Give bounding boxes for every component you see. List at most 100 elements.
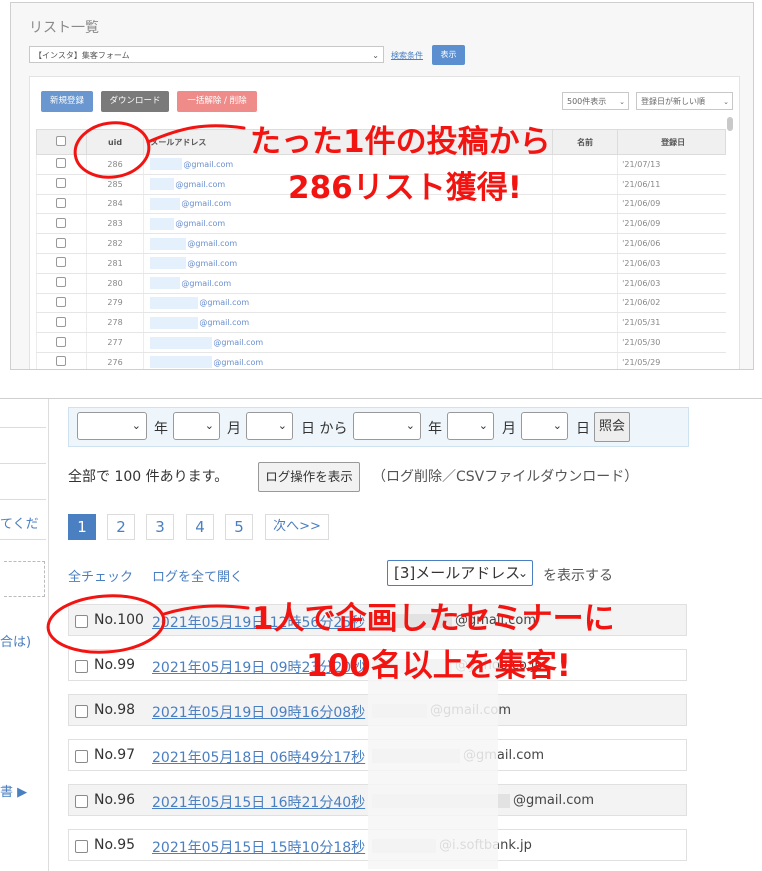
row-checkbox[interactable] xyxy=(56,178,67,189)
row-checkbox[interactable] xyxy=(75,840,88,853)
row-checkbox[interactable] xyxy=(75,660,88,673)
table-row[interactable]: 283 @gmail.com '21/06/09 xyxy=(36,213,726,235)
table-row[interactable]: 276 @gmail.com '21/05/29 xyxy=(36,352,726,369)
row-checkbox-cell[interactable] xyxy=(36,273,87,294)
table-row[interactable]: 278 @gmail.com '21/05/31 xyxy=(36,312,726,334)
row-checkbox-cell[interactable] xyxy=(36,174,87,195)
row-checkbox-cell[interactable] xyxy=(36,312,87,334)
query-button[interactable]: 照会 xyxy=(594,412,630,442)
column-header-date[interactable]: 登録日 xyxy=(617,129,726,155)
pagination-page-4[interactable]: 4 xyxy=(186,514,214,540)
email-domain[interactable]: @gmail.com xyxy=(187,239,237,248)
row-checkbox-cell[interactable] xyxy=(36,154,87,175)
row-checkbox[interactable] xyxy=(56,356,67,367)
bulk-cancel-delete-button[interactable]: 一括解除 / 削除 xyxy=(177,91,257,112)
email-cell[interactable]: @gmail.com xyxy=(143,233,553,254)
sidebar-text-fragment[interactable]: 書 ▶ xyxy=(0,781,27,800)
table-row[interactable]: 279 @gmail.com '21/06/02 xyxy=(36,293,726,314)
email-domain[interactable]: @gmail.com xyxy=(213,338,263,347)
row-checkbox[interactable] xyxy=(75,750,88,763)
row-checkbox-cell[interactable] xyxy=(36,352,87,369)
row-checkbox[interactable] xyxy=(75,615,88,628)
email-domain[interactable]: @gmail.com xyxy=(181,199,231,208)
row-checkbox[interactable] xyxy=(56,277,67,288)
entry-datetime-link[interactable]: 2021年05月15日 16時21分40秒 xyxy=(152,792,365,812)
entry-datetime-link[interactable]: 2021年05月15日 15時10分18秒 xyxy=(152,837,365,857)
email-domain[interactable]: @gmail.com xyxy=(175,219,225,228)
sort-select[interactable]: 登録日が新しい順 ⌄ xyxy=(636,92,733,110)
uid-cell: 281 xyxy=(85,253,144,274)
per-page-value: 500件表示 xyxy=(567,97,607,106)
email-domain[interactable]: @gmail.com xyxy=(181,279,231,288)
row-checkbox-cell[interactable] xyxy=(36,253,87,274)
table-row[interactable]: 277 @gmail.com '21/05/30 xyxy=(36,332,726,353)
year-label: 年 xyxy=(428,421,442,437)
sidebar-text-fragment[interactable]: 合は) xyxy=(0,631,31,650)
search-conditions-link[interactable]: 検索条件 xyxy=(391,50,423,61)
email-cell[interactable]: @gmail.com xyxy=(143,253,553,274)
email-domain[interactable]: @gmail.com xyxy=(199,298,249,307)
email-domain[interactable]: @gmail.com xyxy=(213,358,263,367)
table-row[interactable]: 280 @gmail.com '21/06/03 xyxy=(36,273,726,294)
pagination-page-3[interactable]: 3 xyxy=(146,514,174,540)
row-checkbox-cell[interactable] xyxy=(36,213,87,235)
select-all-checkbox[interactable] xyxy=(36,129,87,155)
show-log-operations-button[interactable]: ログ操作を表示 xyxy=(258,462,360,492)
email-cell[interactable]: @gmail.com xyxy=(143,213,553,235)
date-cell: '21/06/03 xyxy=(617,253,726,274)
email-domain[interactable]: @gmail.com xyxy=(183,160,233,169)
to-year-select[interactable]: ⌄ xyxy=(353,412,421,440)
blurred-text xyxy=(150,178,175,191)
pagination-next[interactable]: 次へ>> xyxy=(265,514,329,540)
form-select[interactable]: 【インスタ】集客フォーム ⌄ xyxy=(29,46,384,63)
column-header-name[interactable]: 名前 xyxy=(551,129,619,155)
row-checkbox[interactable] xyxy=(56,316,67,327)
to-day-select[interactable]: ⌄ xyxy=(521,412,568,440)
download-button[interactable]: ダウンロード xyxy=(101,91,169,112)
row-checkbox[interactable] xyxy=(56,257,67,268)
from-day-select[interactable]: ⌄ xyxy=(246,412,293,440)
email-cell[interactable]: @gmail.com xyxy=(143,332,553,353)
show-button[interactable]: 表示 xyxy=(432,45,465,65)
entry-datetime-link[interactable]: 2021年05月19日 09時16分08秒 xyxy=(152,702,365,722)
to-month-select[interactable]: ⌄ xyxy=(447,412,494,440)
scrollbar-thumb[interactable] xyxy=(727,117,733,131)
checkbox[interactable] xyxy=(56,136,67,146)
email-domain[interactable]: @gmail.com xyxy=(187,259,237,268)
email-domain[interactable]: @gmail.com xyxy=(199,318,249,327)
from-month-select[interactable]: ⌄ xyxy=(173,412,220,440)
row-checkbox[interactable] xyxy=(75,795,88,808)
row-checkbox-cell[interactable] xyxy=(36,293,87,314)
pagination-page-2[interactable]: 2 xyxy=(107,514,135,540)
column-header-uid[interactable]: uid xyxy=(85,129,145,155)
pagination-page-5[interactable]: 5 xyxy=(225,514,253,540)
per-page-select[interactable]: 500件表示 ⌄ xyxy=(562,92,629,110)
row-checkbox-cell[interactable] xyxy=(36,233,87,254)
table-row[interactable]: 282 @gmail.com '21/06/06 xyxy=(36,233,726,254)
row-checkbox-cell[interactable] xyxy=(36,332,87,353)
row-checkbox[interactable] xyxy=(56,158,67,169)
row-checkbox-cell[interactable] xyxy=(36,194,87,215)
pagination-page-1[interactable]: 1 xyxy=(68,514,96,540)
new-registration-button[interactable]: 新規登録 xyxy=(41,91,93,112)
open-all-logs-link[interactable]: ログを全て開く xyxy=(152,566,243,585)
table-row[interactable]: 281 @gmail.com '21/06/03 xyxy=(36,253,726,274)
display-field-select[interactable]: [3]メールアドレス ⌄ xyxy=(387,560,533,586)
row-checkbox[interactable] xyxy=(75,705,88,718)
email-cell[interactable]: @gmail.com xyxy=(143,312,553,334)
row-checkbox[interactable] xyxy=(56,197,67,208)
year-label: 年 xyxy=(154,421,168,437)
row-checkbox[interactable] xyxy=(56,336,67,347)
name-cell xyxy=(551,352,618,369)
chevron-down-icon: ⌄ xyxy=(131,419,141,432)
entry-datetime-link[interactable]: 2021年05月18日 06時49分17秒 xyxy=(152,747,365,767)
from-year-select[interactable]: ⌄ xyxy=(77,412,147,440)
row-checkbox[interactable] xyxy=(56,237,67,248)
email-domain[interactable]: @gmail.com xyxy=(175,180,225,189)
email-cell[interactable]: @gmail.com xyxy=(143,352,553,369)
row-checkbox[interactable] xyxy=(56,296,67,307)
email-cell[interactable]: @gmail.com xyxy=(143,273,553,294)
row-checkbox[interactable] xyxy=(56,217,67,228)
check-all-link[interactable]: 全チェック xyxy=(68,566,133,585)
email-cell[interactable]: @gmail.com xyxy=(143,293,553,314)
